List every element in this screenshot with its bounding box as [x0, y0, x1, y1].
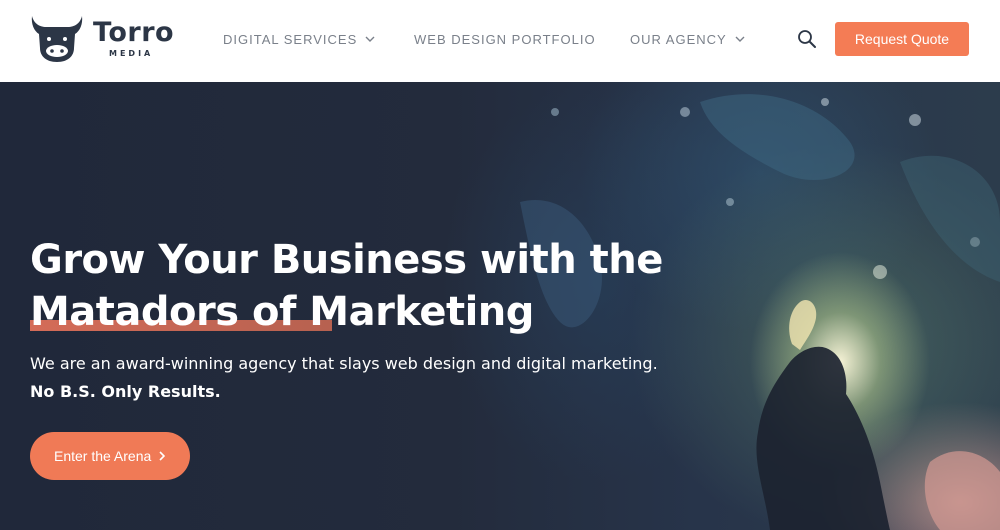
bull-head-icon: [31, 16, 83, 62]
enter-arena-button[interactable]: Enter the Arena: [30, 432, 190, 480]
search-icon[interactable]: [797, 29, 817, 49]
chevron-down-icon: [735, 36, 745, 43]
hero-subtitle: We are an award-winning agency that slay…: [30, 354, 658, 373]
brand-tagline: MEDIA: [109, 49, 154, 58]
nav-our-agency[interactable]: OUR AGENCY: [630, 31, 745, 49]
site-header: Torro MEDIA DIGITAL SERVICES WEB DESIGN …: [0, 0, 1000, 82]
chevron-right-icon: [159, 451, 166, 461]
nav-label: DIGITAL SERVICES: [223, 32, 358, 47]
nav-web-design-portfolio[interactable]: WEB DESIGN PORTFOLIO: [414, 31, 596, 49]
chevron-down-icon: [365, 36, 375, 43]
brand-logo[interactable]: Torro MEDIA: [30, 14, 190, 64]
nav-label: OUR AGENCY: [630, 32, 727, 47]
hero-subtitle-bold: No B.S. Only Results.: [30, 382, 221, 401]
hero-title-line-1: Grow Your Business with the: [30, 237, 663, 283]
brand-name: Torro: [93, 17, 175, 48]
nav-digital-services[interactable]: DIGITAL SERVICES: [223, 31, 375, 49]
hero-title: Grow Your Business with the Matadors of …: [30, 234, 670, 338]
hero-title-line-2: Matadors of Marketing: [30, 289, 534, 335]
hero-section: Grow Your Business with the Matadors of …: [0, 82, 1000, 530]
nav-label: WEB DESIGN PORTFOLIO: [414, 32, 596, 47]
request-quote-button[interactable]: Request Quote: [835, 22, 969, 56]
cta-label: Enter the Arena: [54, 448, 152, 464]
